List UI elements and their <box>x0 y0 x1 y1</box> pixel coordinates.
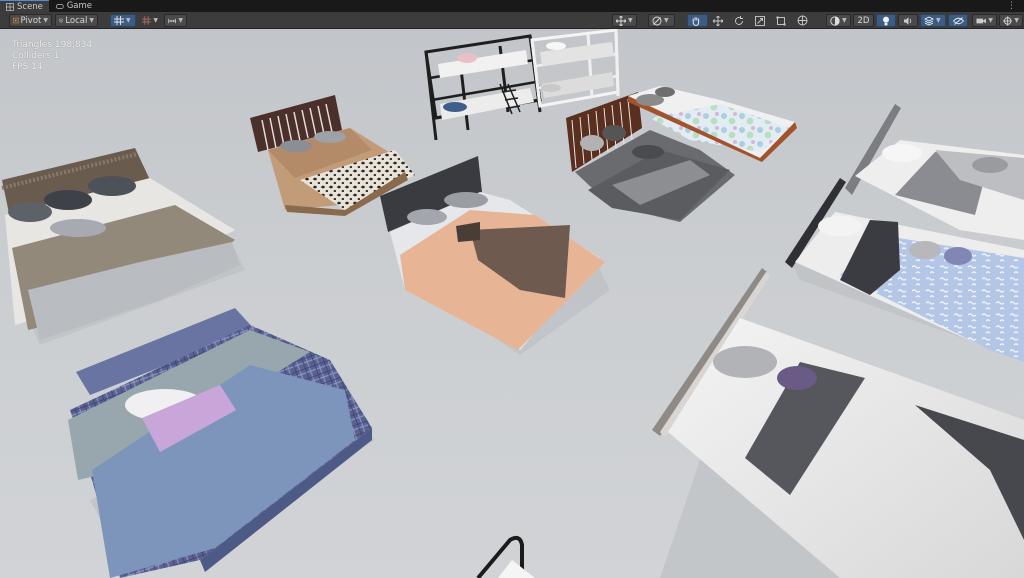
tab-scene[interactable]: Scene <box>0 0 49 12</box>
hidden-objects-icon <box>952 16 964 25</box>
local-dropdown[interactable]: Local ▼ <box>55 14 98 27</box>
gizmos-icon <box>1003 15 1013 26</box>
tab-menu-icon[interactable]: ⋮ <box>1007 0 1016 12</box>
transform-tool-icon <box>797 15 808 26</box>
view-options-dropdown[interactable]: ▼ <box>648 14 675 27</box>
ruler-icon <box>168 18 176 23</box>
rect-tool-icon <box>776 16 786 25</box>
chevron-down-icon: ▼ <box>842 17 847 24</box>
shading-mode-dropdown[interactable]: ▼ <box>826 14 851 27</box>
chevron-down-icon: ▼ <box>89 17 94 24</box>
tab-bar: Scene Game ⋮ <box>0 0 1024 12</box>
tab-scene-label: Scene <box>17 1 43 12</box>
tab-game-label: Game <box>66 1 92 11</box>
grid-snap-icon <box>114 16 124 25</box>
chevron-down-icon: ▼ <box>664 17 669 24</box>
chevron-down-icon: ▼ <box>988 17 993 24</box>
view-options-icon <box>652 16 662 25</box>
effects-dropdown[interactable]: ▼ <box>920 14 946 27</box>
rotate-tool-icon <box>735 15 743 25</box>
scale-button[interactable] <box>751 14 771 27</box>
transform-tool-button[interactable] <box>793 14 813 27</box>
move-tool-dropdown[interactable]: ▼ <box>612 14 637 27</box>
chevron-down-icon: ▼ <box>153 17 158 24</box>
audio-toggle[interactable] <box>898 14 918 27</box>
lighting-toggle[interactable] <box>876 14 896 27</box>
chevron-down-icon: ▼ <box>178 17 183 24</box>
increment-snap-button[interactable]: ▼ <box>138 14 162 27</box>
grid-snap-button[interactable]: ▼ <box>110 14 136 27</box>
shading-mode-icon <box>830 15 840 26</box>
pivot-label: Pivot <box>20 15 42 26</box>
camera-icon <box>976 18 986 23</box>
chevron-down-icon: ▼ <box>628 17 633 24</box>
scene-toolbar: Pivot ▼ Local ▼ ▼ ▼ ▼ ▼ ▼ ▼ 2D ▼ ▼ ▼ <box>0 12 1024 29</box>
chevron-down-icon: ▼ <box>126 17 131 24</box>
hand-tool-button[interactable] <box>687 14 708 27</box>
triangles-stat: Triangles 198,834 <box>12 40 93 50</box>
effects-icon <box>924 15 934 26</box>
local-label: Local <box>65 15 88 26</box>
bunk-bed-white[interactable] <box>530 29 620 108</box>
bed-blue-plaid[interactable] <box>68 308 372 578</box>
mode-2d-button[interactable]: 2D <box>853 14 874 27</box>
chevron-down-icon: ▼ <box>43 17 48 24</box>
scene-render <box>1 29 1024 578</box>
rotate-button[interactable] <box>730 14 750 27</box>
stats-overlay: Triangles 198,834 Colliders 1 FPS 14 <box>12 40 92 73</box>
bed-beige-grey[interactable] <box>1 148 240 340</box>
chair-partial[interactable] <box>476 535 535 578</box>
pivot-dropdown[interactable]: Pivot ▼ <box>9 14 52 27</box>
local-cube-icon <box>59 18 64 23</box>
move-tool-icon <box>616 15 626 26</box>
ruler-button[interactable]: ▼ <box>164 14 187 27</box>
hidden-objects-toggle[interactable] <box>948 14 968 27</box>
scale-tool-icon <box>755 15 765 26</box>
chevron-down-icon: ▼ <box>1014 17 1019 24</box>
scene-viewport[interactable]: Triangles 198,834 Colliders 1 FPS 14 <box>0 29 1024 578</box>
gizmos-dropdown[interactable]: ▼ <box>999 14 1023 27</box>
camera-dropdown[interactable]: ▼ <box>972 14 997 27</box>
fps-stat: FPS 14 <box>12 62 43 72</box>
scene-grid-icon <box>6 2 14 11</box>
tab-game[interactable]: Game <box>50 0 98 12</box>
hand-tool-icon <box>692 16 700 26</box>
colliders-stat: Colliders 1 <box>12 51 60 61</box>
pivot-icon <box>13 17 19 24</box>
bed-peach[interactable] <box>380 156 605 350</box>
lighting-icon <box>883 16 889 25</box>
increment-snap-icon <box>142 16 152 25</box>
audio-icon <box>904 16 912 25</box>
move-arrows-icon <box>713 15 723 26</box>
chevron-down-icon: ▼ <box>936 17 941 24</box>
game-controller-icon <box>56 3 64 9</box>
bunk-bed-black[interactable] <box>424 34 542 141</box>
mode-2d-label: 2D <box>857 15 870 26</box>
rect-tool-button[interactable] <box>772 14 792 27</box>
move-button[interactable] <box>709 14 729 27</box>
